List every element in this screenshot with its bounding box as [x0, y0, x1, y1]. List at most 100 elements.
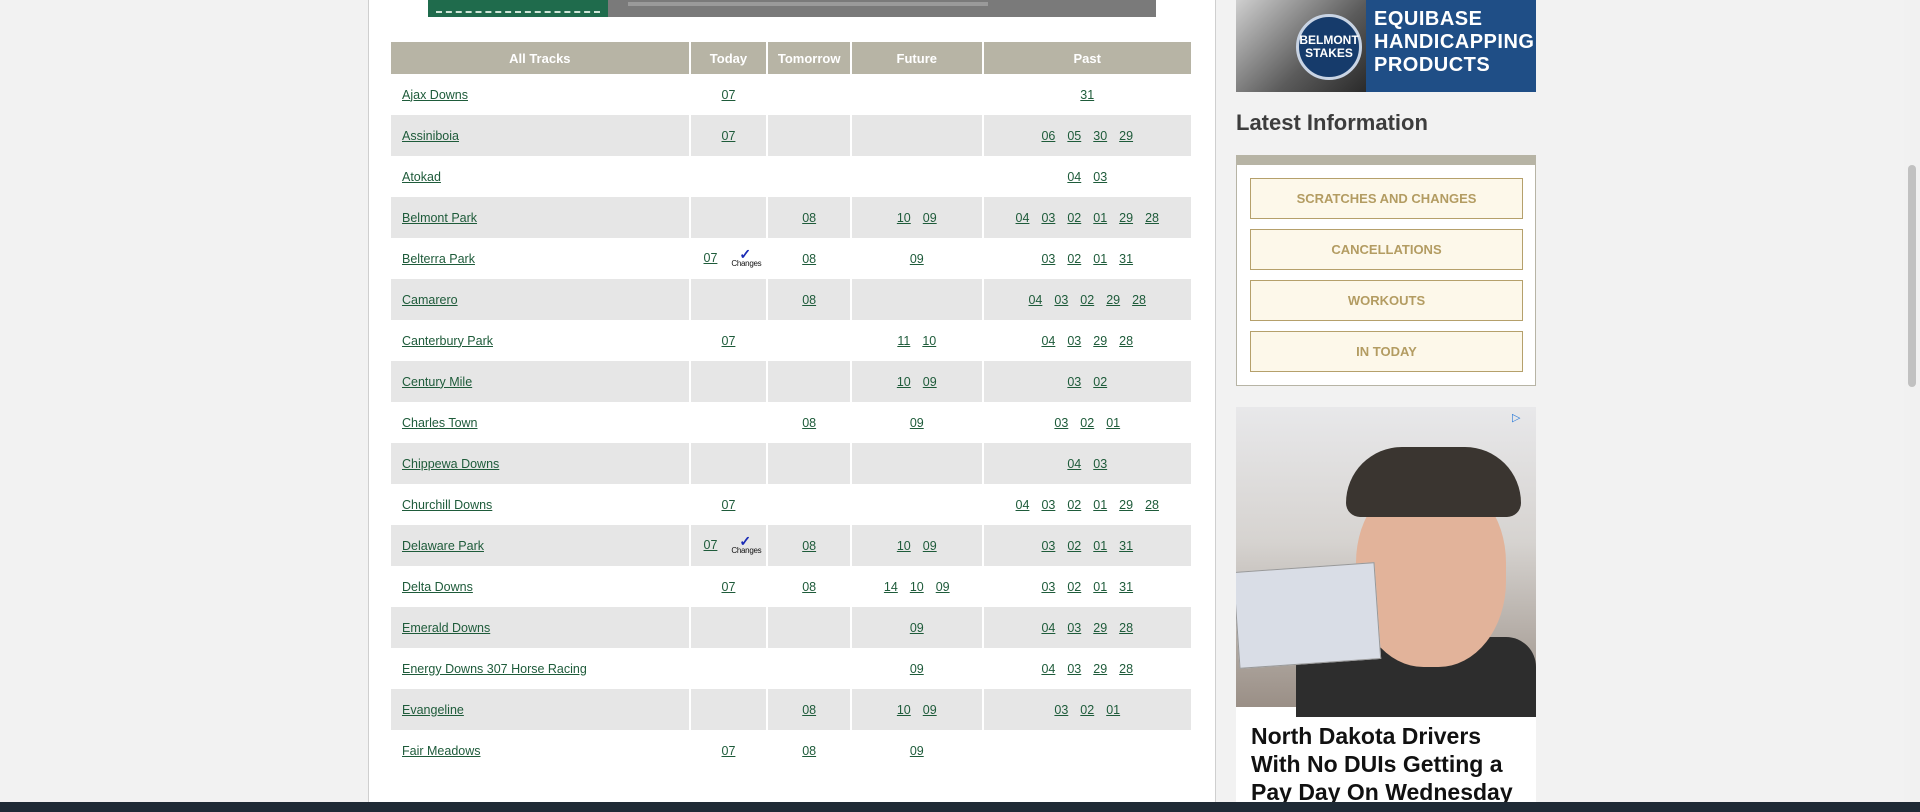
past-date-link[interactable]: 03 [1054, 703, 1068, 717]
top-ad-banner[interactable] [428, 0, 1156, 17]
track-name-link[interactable]: Churchill Downs [402, 498, 492, 512]
future-date-link[interactable]: 09 [923, 703, 937, 717]
future-date-link[interactable]: 10 [922, 334, 936, 348]
past-date-link[interactable]: 01 [1093, 498, 1107, 512]
future-date-link[interactable]: 10 [897, 375, 911, 389]
past-date-link[interactable]: 01 [1093, 539, 1107, 553]
past-date-link[interactable]: 03 [1067, 662, 1081, 676]
past-date-link[interactable]: 31 [1119, 539, 1133, 553]
past-date-link[interactable]: 02 [1067, 580, 1081, 594]
future-date-link[interactable]: 09 [923, 539, 937, 553]
past-date-link[interactable]: 03 [1041, 211, 1055, 225]
today-date-link[interactable]: 07 [722, 334, 736, 348]
past-date-link[interactable]: 31 [1119, 252, 1133, 266]
past-date-link[interactable]: 05 [1067, 129, 1081, 143]
future-date-link[interactable]: 09 [923, 375, 937, 389]
past-date-link[interactable]: 02 [1093, 375, 1107, 389]
track-name-link[interactable]: Ajax Downs [402, 88, 468, 102]
future-date-link[interactable]: 10 [910, 580, 924, 594]
future-date-link[interactable]: 10 [897, 703, 911, 717]
track-name-link[interactable]: Belmont Park [402, 211, 477, 225]
today-date-link[interactable]: 07 [704, 251, 718, 265]
sidebar-ad[interactable]: ▷ North Dakota Drivers With No DUIs Gett… [1236, 407, 1536, 812]
past-date-link[interactable]: 29 [1093, 662, 1107, 676]
past-date-link[interactable]: 02 [1067, 211, 1081, 225]
track-name-link[interactable]: Atokad [402, 170, 441, 184]
past-date-link[interactable]: 01 [1093, 252, 1107, 266]
track-name-link[interactable]: Camarero [402, 293, 458, 307]
past-date-link[interactable]: 03 [1067, 334, 1081, 348]
track-name-link[interactable]: Delta Downs [402, 580, 473, 594]
track-name-link[interactable]: Belterra Park [402, 252, 475, 266]
past-date-link[interactable]: 01 [1093, 211, 1107, 225]
past-date-link[interactable]: 02 [1080, 416, 1094, 430]
future-date-link[interactable]: 09 [910, 252, 924, 266]
past-date-link[interactable]: 31 [1080, 88, 1094, 102]
scrollbar-thumb[interactable] [1908, 165, 1916, 387]
past-date-link[interactable]: 01 [1093, 580, 1107, 594]
past-date-link[interactable]: 04 [1067, 170, 1081, 184]
page-scrollbar[interactable] [1904, 0, 1920, 802]
past-date-link[interactable]: 28 [1119, 334, 1133, 348]
today-date-link[interactable]: 07 [722, 88, 736, 102]
past-date-link[interactable]: 04 [1016, 211, 1030, 225]
tomorrow-date-link[interactable]: 08 [802, 252, 816, 266]
past-date-link[interactable]: 03 [1041, 539, 1055, 553]
in-today-button[interactable]: IN TODAY [1250, 331, 1523, 372]
track-name-link[interactable]: Charles Town [402, 416, 478, 430]
past-date-link[interactable]: 04 [1016, 498, 1030, 512]
cancellations-button[interactable]: CANCELLATIONS [1250, 229, 1523, 270]
past-date-link[interactable]: 03 [1067, 621, 1081, 635]
today-date-link[interactable]: 07 [722, 744, 736, 758]
past-date-link[interactable]: 02 [1067, 498, 1081, 512]
future-date-link[interactable]: 10 [897, 211, 911, 225]
past-date-link[interactable]: 02 [1067, 539, 1081, 553]
scratches-and-changes-button[interactable]: SCRATCHES AND CHANGES [1250, 178, 1523, 219]
past-date-link[interactable]: 04 [1041, 334, 1055, 348]
future-date-link[interactable]: 09 [910, 416, 924, 430]
past-date-link[interactable]: 03 [1067, 375, 1081, 389]
future-date-link[interactable]: 09 [910, 621, 924, 635]
past-date-link[interactable]: 03 [1041, 580, 1055, 594]
changes-icon[interactable]: ✓ Changes [731, 246, 761, 268]
track-name-link[interactable]: Chippewa Downs [402, 457, 499, 471]
track-name-link[interactable]: Century Mile [402, 375, 472, 389]
past-date-link[interactable]: 28 [1132, 293, 1146, 307]
past-date-link[interactable]: 03 [1041, 252, 1055, 266]
past-date-link[interactable]: 01 [1106, 416, 1120, 430]
past-date-link[interactable]: 29 [1093, 621, 1107, 635]
future-date-link[interactable]: 14 [884, 580, 898, 594]
track-name-link[interactable]: Assiniboia [402, 129, 459, 143]
past-date-link[interactable]: 30 [1093, 129, 1107, 143]
tomorrow-date-link[interactable]: 08 [802, 211, 816, 225]
past-date-link[interactable]: 29 [1106, 293, 1120, 307]
past-date-link[interactable]: 29 [1119, 129, 1133, 143]
past-date-link[interactable]: 03 [1093, 457, 1107, 471]
past-date-link[interactable]: 29 [1119, 498, 1133, 512]
future-date-link[interactable]: 10 [897, 539, 911, 553]
past-date-link[interactable]: 31 [1119, 580, 1133, 594]
past-date-link[interactable]: 28 [1119, 621, 1133, 635]
past-date-link[interactable]: 03 [1054, 416, 1068, 430]
tomorrow-date-link[interactable]: 08 [802, 580, 816, 594]
ad-choices-icon[interactable]: ▷ [1512, 411, 1526, 425]
past-date-link[interactable]: 28 [1145, 498, 1159, 512]
past-date-link[interactable]: 02 [1080, 293, 1094, 307]
past-date-link[interactable]: 03 [1093, 170, 1107, 184]
track-name-link[interactable]: Canterbury Park [402, 334, 493, 348]
past-date-link[interactable]: 02 [1080, 703, 1094, 717]
tomorrow-date-link[interactable]: 08 [802, 416, 816, 430]
past-date-link[interactable]: 29 [1119, 211, 1133, 225]
past-date-link[interactable]: 04 [1067, 457, 1081, 471]
future-date-link[interactable]: 09 [910, 662, 924, 676]
changes-icon[interactable]: ✓ Changes [731, 533, 761, 555]
past-date-link[interactable]: 04 [1028, 293, 1042, 307]
today-date-link[interactable]: 07 [722, 498, 736, 512]
workouts-button[interactable]: WORKOUTS [1250, 280, 1523, 321]
track-name-link[interactable]: Fair Meadows [402, 744, 481, 758]
past-date-link[interactable]: 02 [1067, 252, 1081, 266]
future-date-link[interactable]: 09 [936, 580, 950, 594]
handicapping-products-banner[interactable]: BELMONT STAKES EQUIBASE HANDICAPPING PRO… [1236, 0, 1536, 92]
past-date-link[interactable]: 04 [1041, 662, 1055, 676]
past-date-link[interactable]: 03 [1054, 293, 1068, 307]
